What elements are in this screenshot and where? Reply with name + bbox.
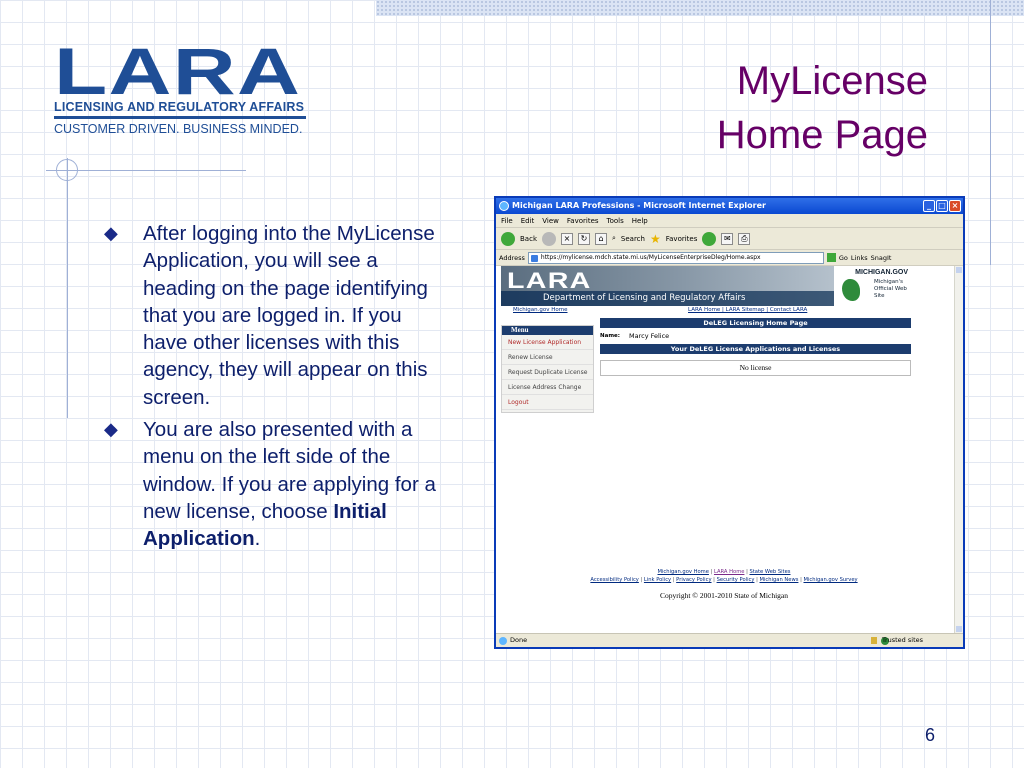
address-bar: Address https://mylicense.mdch.state.mi.… xyxy=(496,250,963,266)
home-icon[interactable]: ⌂ xyxy=(595,232,607,245)
stop-icon[interactable]: × xyxy=(561,232,573,245)
footer-link[interactable]: Michigan.gov Survey xyxy=(803,577,857,583)
mail-icon[interactable]: ✉ xyxy=(721,232,734,245)
browser-window-title: Michigan LARA Professions - Microsoft In… xyxy=(512,201,766,210)
menu-new-license-application[interactable]: New License Application xyxy=(502,335,593,350)
back-button[interactable]: Back xyxy=(520,235,537,243)
footer-link[interactable]: Michigan News xyxy=(760,577,799,583)
copyright-text: Copyright © 2001-2010 State of Michigan xyxy=(660,591,788,600)
lara-logo: LARA LICENSING AND REGULATORY AFFAIRS CU… xyxy=(54,38,306,136)
menu-edit[interactable]: Edit xyxy=(521,214,535,227)
internet-explorer-icon xyxy=(499,201,509,211)
search-icon[interactable]: ⌕ xyxy=(612,234,616,243)
michigan-gov-home-link[interactable]: Michigan.gov Home xyxy=(513,307,568,313)
bullet-text-end: . xyxy=(254,527,261,551)
window-controls: _ □ × xyxy=(923,200,961,212)
browser-title-bar: Michigan LARA Professions - Microsoft In… xyxy=(496,198,963,214)
footer-link[interactable]: Accessibility Policy xyxy=(590,577,639,583)
slide-title-line1: MyLicense xyxy=(736,59,928,103)
go-arrow-icon[interactable] xyxy=(826,253,836,262)
favorites-button[interactable]: Favorites xyxy=(666,235,698,243)
search-button[interactable]: Search xyxy=(621,235,645,243)
bullet-item: ◆ You are also presented with a menu on … xyxy=(104,416,440,552)
portal-menu-title: Menu xyxy=(502,326,593,335)
footer-row-1: Michigan.gov Home | LARA Home | State We… xyxy=(657,569,791,575)
footer-link[interactable]: LARA Home xyxy=(714,569,744,575)
favorites-star-icon[interactable]: ★ xyxy=(650,232,661,246)
menu-favorites[interactable]: Favorites xyxy=(567,214,599,227)
refresh-icon[interactable]: ↻ xyxy=(578,232,590,245)
menu-tools[interactable]: Tools xyxy=(607,214,624,227)
name-label: Name: xyxy=(600,333,620,339)
menu-view[interactable]: View xyxy=(542,214,559,227)
forward-arrow-icon[interactable] xyxy=(542,231,556,246)
minimize-icon[interactable]: _ xyxy=(923,200,935,212)
footer-link[interactable]: Security Policy xyxy=(717,577,755,583)
address-label: Address xyxy=(499,253,525,262)
bullet-text: After logging into the MyLicense Applica… xyxy=(143,222,435,409)
logo-wordmark: LARA xyxy=(54,34,302,108)
top-decorative-band xyxy=(376,0,1024,16)
bullet-text: You are also presented with a menu on th… xyxy=(143,418,436,523)
snagit-button[interactable]: SnagIt xyxy=(871,254,892,262)
browser-viewport: LARA Department of Licensing and Regulat… xyxy=(496,266,963,633)
menu-help[interactable]: Help xyxy=(632,214,648,227)
name-value: Marcy Felice xyxy=(629,332,670,340)
bullet-item: ◆ After logging into the MyLicense Appli… xyxy=(104,220,440,411)
portal-content: DeLEG Licensing Home Page Name: Marcy Fe… xyxy=(600,318,911,376)
footer-link[interactable]: State Web Sites xyxy=(749,569,790,575)
menu-renew-license[interactable]: Renew License xyxy=(502,350,593,365)
badge-subtitle: Michigan's Official Web Site xyxy=(874,279,907,299)
slide-title: MyLicense Home Page xyxy=(717,54,928,162)
michigan-gov-badge[interactable]: MICHIGAN.GOV Michigan's Official Web Sit… xyxy=(834,266,914,306)
go-button[interactable]: Go xyxy=(839,254,848,262)
browser-status-bar: Done Trusted sites xyxy=(496,633,963,647)
links-button[interactable]: Links xyxy=(851,254,868,262)
diamond-bullet-icon: ◆ xyxy=(104,419,118,440)
home-page-heading: DeLEG Licensing Home Page xyxy=(600,318,911,328)
decorative-circle xyxy=(56,159,78,181)
menu-request-duplicate-license[interactable]: Request Duplicate License xyxy=(502,365,593,380)
menu-logout[interactable]: Logout xyxy=(502,395,593,410)
print-icon[interactable]: ⎙ xyxy=(738,232,751,245)
top-links-row: Michigan.gov Home LARA Home | LARA Sitem… xyxy=(501,307,911,316)
slide-title-line2: Home Page xyxy=(716,113,928,157)
menu-file[interactable]: File xyxy=(501,214,513,227)
back-arrow-icon[interactable] xyxy=(501,231,515,246)
page-icon xyxy=(499,637,507,645)
status-text: Done xyxy=(510,636,528,644)
user-name-row: Name: Marcy Felice xyxy=(600,328,911,344)
michigan-map-icon xyxy=(842,279,860,301)
no-license-message: No license xyxy=(600,360,911,376)
footer-link[interactable]: Link Policy xyxy=(644,577,671,583)
browser-toolbar: Back × ↻ ⌂ ⌕ Search ★ Favorites ✉ ⎙ xyxy=(496,228,963,250)
lara-banner: LARA Department of Licensing and Regulat… xyxy=(501,266,834,306)
menu-license-address-change[interactable]: License Address Change xyxy=(502,380,593,395)
logo-rule xyxy=(54,116,306,119)
applications-heading: Your DeLEG License Applications and Lice… xyxy=(600,344,911,354)
portal-menu: Menu New License Application Renew Licen… xyxy=(501,325,594,413)
maximize-icon[interactable]: □ xyxy=(936,200,948,212)
bullet-list: ◆ After logging into the MyLicense Appli… xyxy=(104,220,440,558)
lock-icon xyxy=(871,637,877,644)
decorative-vertical-line xyxy=(990,0,991,265)
portal-footer-links: Michigan.gov Home | LARA Home | State We… xyxy=(496,568,952,584)
page-number: 6 xyxy=(925,725,936,745)
vertical-scrollbar[interactable] xyxy=(954,266,963,633)
address-input[interactable]: https://mylicense.mdch.state.mi.us/MyLic… xyxy=(527,251,824,264)
browser-menubar: File Edit View Favorites Tools Help xyxy=(496,214,963,228)
footer-link[interactable]: Privacy Policy xyxy=(676,577,711,583)
badge-title: MICHIGAN.GOV xyxy=(855,269,908,276)
diamond-bullet-icon: ◆ xyxy=(104,223,118,243)
browser-screenshot: Michigan LARA Professions - Microsoft In… xyxy=(494,196,965,649)
banner-department: Department of Licensing and Regulatory A… xyxy=(501,291,834,306)
security-zone-text: Trusted sites xyxy=(881,636,923,644)
footer-row-2: Accessibility Policy | Link Policy | Pri… xyxy=(590,577,858,583)
media-icon[interactable] xyxy=(702,231,717,246)
lara-links-group[interactable]: LARA Home | LARA Sitemap | Contact LARA xyxy=(688,307,807,313)
footer-link[interactable]: Michigan.gov Home xyxy=(658,569,709,575)
logo-tagline-motto: CUSTOMER DRIVEN. BUSINESS MINDED. xyxy=(54,122,303,136)
close-icon[interactable]: × xyxy=(949,200,961,212)
decorative-vertical-line xyxy=(67,158,68,418)
